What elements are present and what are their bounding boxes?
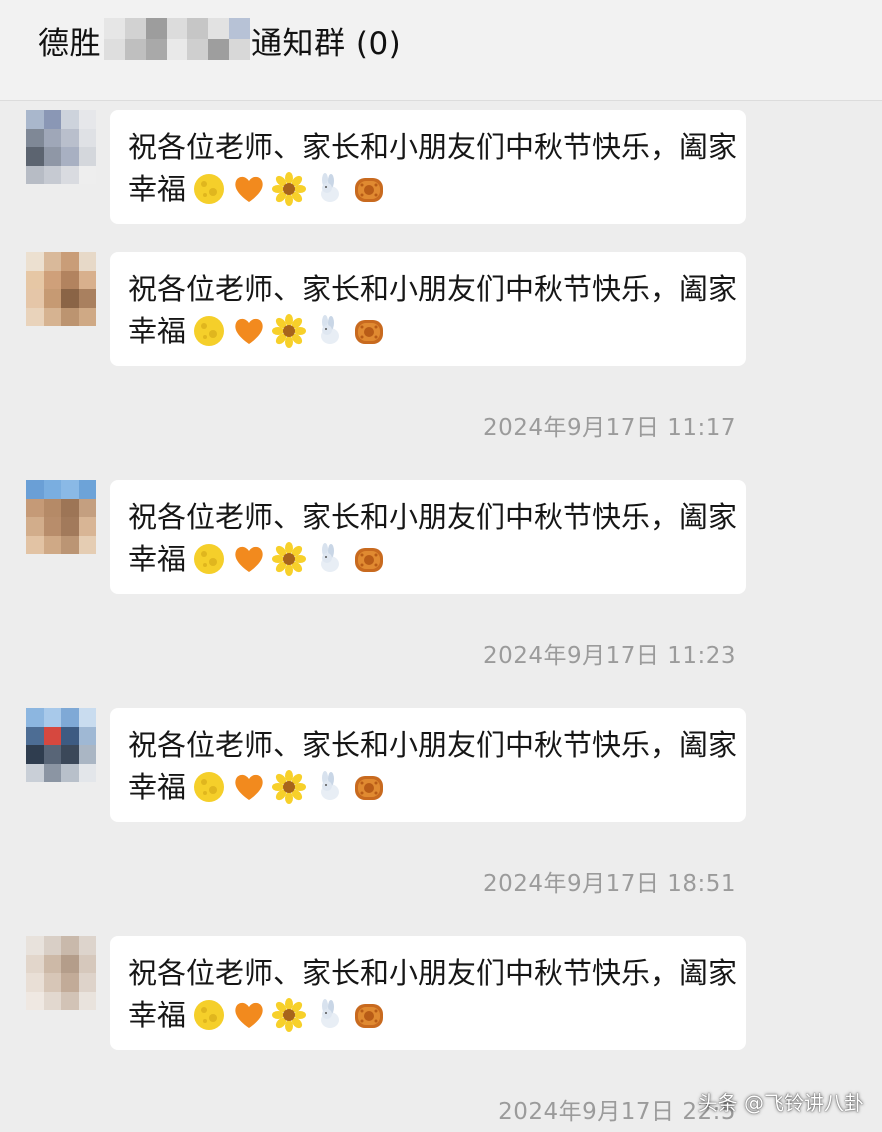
jade-rabbit-icon — [312, 998, 346, 1032]
orange-heart-icon — [232, 314, 266, 348]
title-redaction-mosaic — [104, 18, 250, 60]
message-text-line2: 幸福 — [128, 538, 728, 580]
full-moon-icon — [192, 542, 226, 576]
message-text-line2-text: 幸福 — [128, 542, 187, 576]
full-moon-icon — [192, 770, 226, 804]
sunflower-icon — [272, 998, 307, 1032]
mooncake-icon — [352, 542, 386, 576]
chat-title-prefix: 德胜 — [38, 26, 101, 62]
message-text-line2: 幸福 — [128, 766, 728, 808]
chat-title-suffix: 通知群 (0) — [251, 26, 402, 62]
message-bubble[interactable]: 祝各位老师、家长和小朋友们中秋节快乐，阖家 幸福 — [110, 252, 746, 366]
message-timestamp: 2024年9月17日 11:23 — [482, 643, 736, 669]
message-bubble[interactable]: 祝各位老师、家长和小朋友们中秋节快乐，阖家 幸福 — [110, 480, 746, 594]
message-text-line1: 祝各位老师、家长和小朋友们中秋节快乐，阖家 — [128, 728, 738, 762]
message-bubble[interactable]: 祝各位老师、家长和小朋友们中秋节快乐，阖家 幸福 — [110, 110, 746, 224]
sunflower-icon — [272, 770, 307, 804]
message-text-line1: 祝各位老师、家长和小朋友们中秋节快乐，阖家 — [128, 272, 738, 306]
message-timestamp: 2024年9月17日 18:51 — [482, 871, 736, 897]
avatar[interactable] — [26, 110, 96, 184]
avatar[interactable] — [26, 480, 96, 554]
message-text-line2: 幸福 — [128, 994, 728, 1036]
message-text-line2-text: 幸福 — [128, 314, 187, 348]
sunflower-icon — [272, 542, 307, 576]
message-text-line2-text: 幸福 — [128, 172, 187, 206]
message-text-line2: 幸福 — [128, 168, 728, 210]
jade-rabbit-icon — [312, 542, 346, 576]
jade-rabbit-icon — [312, 172, 346, 206]
message-text-line2: 幸福 — [128, 310, 728, 352]
jade-rabbit-icon — [312, 770, 346, 804]
full-moon-icon — [192, 314, 226, 348]
avatar[interactable] — [26, 708, 96, 782]
message-text-line1: 祝各位老师、家长和小朋友们中秋节快乐，阖家 — [128, 130, 738, 164]
avatar[interactable] — [26, 252, 96, 326]
orange-heart-icon — [232, 542, 266, 576]
mooncake-icon — [352, 998, 386, 1032]
mooncake-icon — [352, 172, 386, 206]
orange-heart-icon — [232, 172, 266, 206]
avatar[interactable] — [26, 936, 96, 1010]
message-text-line2-text: 幸福 — [128, 998, 187, 1032]
watermark: 头条 @飞铃讲八卦 — [697, 1091, 864, 1115]
mooncake-icon — [352, 314, 386, 348]
message-text-line1: 祝各位老师、家长和小朋友们中秋节快乐，阖家 — [128, 956, 738, 990]
full-moon-icon — [192, 172, 226, 206]
orange-heart-icon — [232, 998, 266, 1032]
sunflower-icon — [272, 314, 307, 348]
mooncake-icon — [352, 770, 386, 804]
sunflower-icon — [272, 172, 307, 206]
message-timestamp: 2024年9月17日 11:17 — [482, 415, 736, 441]
message-text-line2-text: 幸福 — [128, 770, 187, 804]
full-moon-icon — [192, 998, 226, 1032]
chat-header: 德胜 通知群 (0) — [0, 0, 882, 101]
orange-heart-icon — [232, 770, 266, 804]
message-text-line1: 祝各位老师、家长和小朋友们中秋节快乐，阖家 — [128, 500, 738, 534]
message-bubble[interactable]: 祝各位老师、家长和小朋友们中秋节快乐，阖家 幸福 — [110, 708, 746, 822]
message-bubble[interactable]: 祝各位老师、家长和小朋友们中秋节快乐，阖家 幸福 — [110, 936, 746, 1050]
jade-rabbit-icon — [312, 314, 346, 348]
